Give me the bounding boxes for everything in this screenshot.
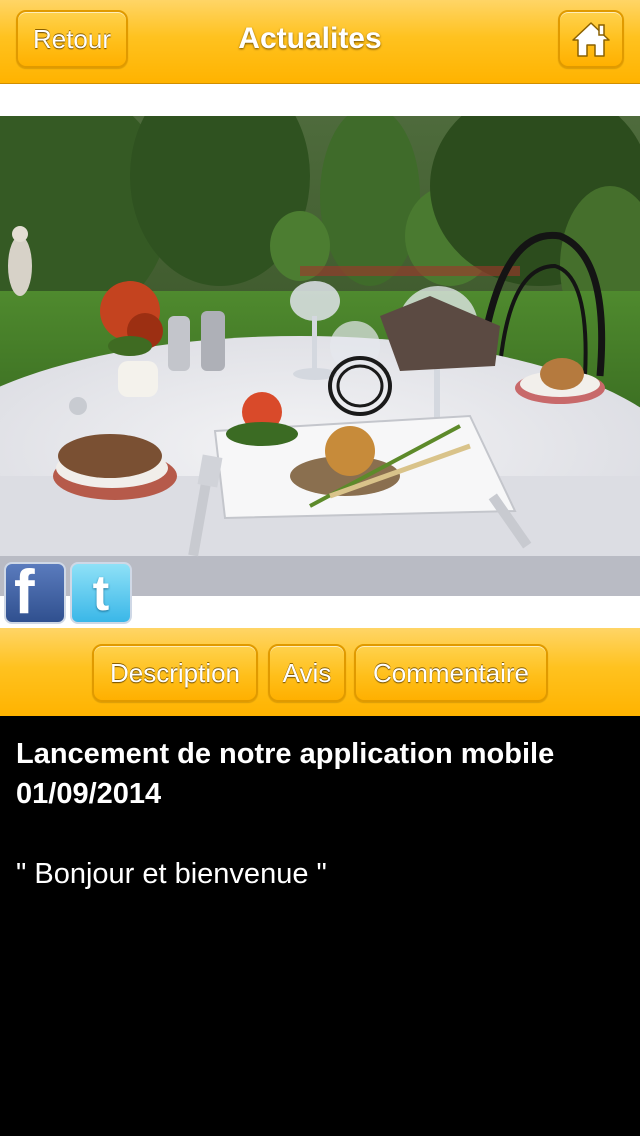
article-title: Lancement de notre application mobile bbox=[16, 738, 555, 770]
back-button[interactable]: Retour bbox=[16, 10, 128, 68]
restaurant-table-photo bbox=[0, 116, 640, 596]
twitter-icon: t bbox=[92, 565, 110, 621]
article-content: Lancement de notre application mobile 01… bbox=[0, 716, 640, 1136]
tab-commentaire[interactable]: Commentaire bbox=[354, 644, 548, 702]
facebook-icon: f bbox=[14, 562, 35, 624]
twitter-share-button[interactable]: t bbox=[70, 562, 132, 624]
tab-description[interactable]: Description bbox=[92, 644, 258, 702]
page-title: Actualites bbox=[238, 22, 382, 55]
home-icon bbox=[572, 22, 610, 57]
article-body: " Bonjour et bienvenue " bbox=[16, 858, 327, 890]
top-spacer bbox=[0, 84, 640, 116]
facebook-share-button[interactable]: f bbox=[4, 562, 66, 624]
top-nav-bar: Retour Actualites bbox=[0, 0, 640, 84]
tab-avis[interactable]: Avis bbox=[268, 644, 346, 702]
home-button[interactable] bbox=[558, 10, 624, 68]
article-date: 01/09/2014 bbox=[16, 778, 162, 810]
tab-bar: Description Avis Commentaire bbox=[0, 628, 640, 716]
